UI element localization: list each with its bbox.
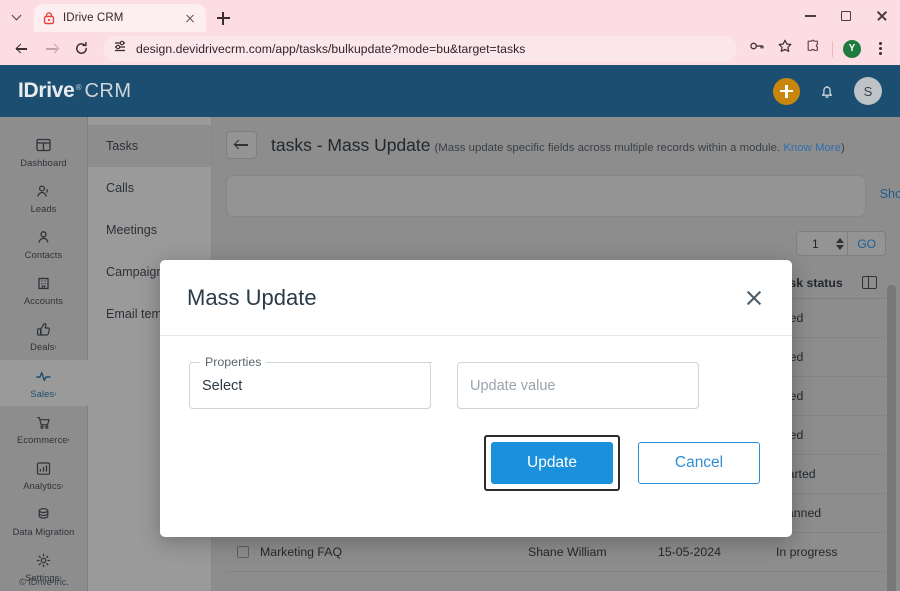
chevron-down-icon	[12, 11, 22, 21]
dialog-header: Mass Update	[160, 260, 792, 336]
update-value-input[interactable]: Update value	[457, 362, 699, 409]
page-settings-icon[interactable]	[113, 39, 127, 58]
properties-selected-value: Select	[202, 377, 243, 394]
maximize-icon	[841, 11, 851, 21]
close-icon[interactable]	[182, 10, 198, 26]
browser-toolbar: design.devidrivecrm.com/app/tasks/bulkup…	[0, 32, 900, 65]
toolbar-actions: Y	[744, 36, 893, 62]
update-button-focus-ring: Update	[484, 435, 620, 491]
cancel-button[interactable]: Cancel	[638, 442, 760, 484]
browser-window: IDrive CRM design.devidrivecrm.com/app/t…	[0, 0, 900, 591]
browser-menu-button[interactable]	[867, 36, 893, 62]
new-tab-button[interactable]	[206, 4, 240, 32]
reload-icon	[74, 41, 89, 56]
profile-button[interactable]: Y	[839, 36, 865, 62]
minimize-button[interactable]	[792, 0, 828, 32]
close-icon[interactable]	[743, 287, 765, 309]
browser-titlebar: IDrive CRM	[0, 0, 900, 32]
arrow-left-icon	[14, 41, 29, 56]
tab-list-button[interactable]	[0, 0, 34, 32]
app-viewport: IDrive ® CRM S Dashboard Leads Contacts …	[0, 65, 900, 591]
extensions-button[interactable]	[800, 36, 826, 62]
password-manager-button[interactable]	[744, 36, 770, 62]
properties-legend: Properties	[190, 354, 432, 369]
kebab-menu-icon	[878, 41, 882, 56]
tab-title: IDrive CRM	[63, 12, 124, 24]
star-icon	[777, 38, 793, 59]
toolbar-divider	[832, 40, 833, 57]
back-button[interactable]	[7, 34, 36, 63]
mass-update-dialog: Mass Update Properties Select Update val…	[160, 260, 792, 537]
dialog-body: Properties Select Update value	[160, 336, 792, 409]
maximize-button[interactable]	[828, 0, 864, 32]
dialog-actions: Update Cancel	[160, 409, 792, 491]
bookmark-button[interactable]	[772, 36, 798, 62]
forward-button[interactable]	[37, 34, 66, 63]
close-window-button[interactable]	[864, 0, 900, 32]
properties-select[interactable]: Properties Select	[189, 354, 432, 409]
url-text: design.devidrivecrm.com/app/tasks/bulkup…	[136, 41, 526, 56]
dialog-title: Mass Update	[187, 284, 317, 310]
update-value-placeholder: Update value	[470, 377, 556, 394]
lock-shield-icon	[42, 11, 56, 25]
address-bar[interactable]: design.devidrivecrm.com/app/tasks/bulkup…	[103, 35, 737, 62]
minimize-icon	[804, 15, 816, 17]
browser-tab[interactable]: IDrive CRM	[34, 4, 206, 32]
key-icon	[749, 38, 765, 59]
update-button[interactable]: Update	[491, 442, 613, 484]
arrow-right-icon	[44, 41, 59, 56]
close-icon	[876, 10, 888, 22]
profile-avatar: Y	[843, 39, 861, 58]
properties-legend-label: Properties	[200, 354, 267, 369]
puzzle-icon	[805, 38, 821, 59]
window-controls	[792, 0, 900, 32]
reload-button[interactable]	[67, 34, 96, 63]
plus-icon	[216, 11, 230, 25]
